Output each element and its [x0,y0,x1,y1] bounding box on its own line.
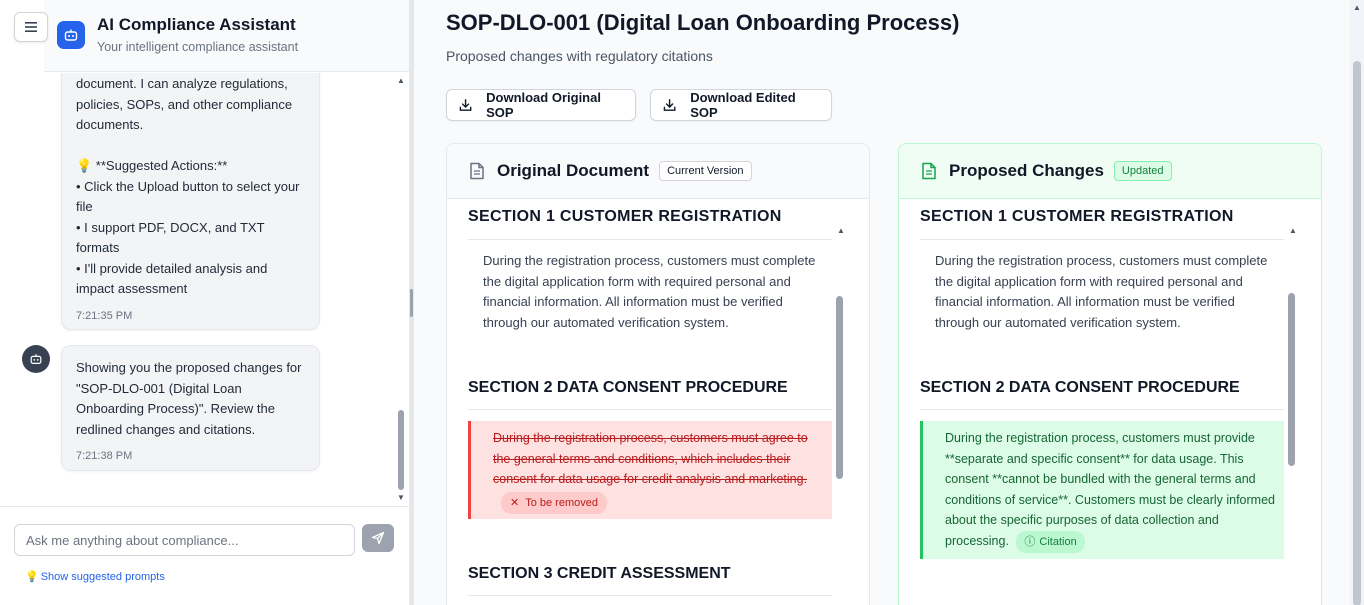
scroll-up-icon[interactable]: ▲ [837,227,845,235]
section-3-heading: SECTION 3 CREDIT ASSESSMENT [468,565,832,596]
original-card-title: Original Document [497,161,650,180]
assistant-message: document. I can analyze regulations, pol… [61,73,320,330]
download-edited-button[interactable]: Download Edited SOP [650,89,832,121]
close-icon: ✕ [510,496,520,509]
proposed-scrollbar[interactable]: ▲ [1287,221,1297,605]
download-original-label: Download Original SOP [486,90,601,120]
original-document-body[interactable]: SECTION 1 CUSTOMER REGISTRATION During t… [447,200,869,605]
lightbulb-icon: 💡 [25,571,39,583]
chat-messages[interactable]: document. I can analyze regulations, pol… [0,73,409,506]
scroll-up-icon[interactable]: ▲ [397,77,405,85]
to-be-removed-label: To be removed [525,496,598,509]
proposed-document-body[interactable]: SECTION 1 CUSTOMER REGISTRATION During t… [899,200,1321,605]
document-icon [470,162,484,180]
app-title: AI Compliance Assistant [97,15,296,34]
download-edited-label: Download Edited SOP [690,90,796,120]
original-scroll-thumb[interactable] [836,296,843,479]
added-text: During the registration process, custome… [945,431,1275,548]
app-root: AI Compliance Assistant Your intelligent… [0,0,1364,605]
suggested-prompts-label: Show suggested prompts [40,570,165,583]
assistant-header: AI Compliance Assistant Your intelligent… [44,0,409,72]
added-block: During the registration process, custome… [920,421,1284,559]
current-version-badge: Current Version [659,161,752,181]
section-heading: SECTION 1 CUSTOMER REGISTRATION [468,200,832,240]
message-text: document. I can analyze regulations, pol… [76,76,300,296]
citation-label: Citation [1039,535,1077,548]
document-view: SOP-DLO-001 (Digital Loan Onboarding Pro… [414,0,1350,605]
section-1-text: During the registration process, custome… [935,253,1268,330]
assistant-message: Showing you the proposed changes for "SO… [61,345,320,471]
updated-badge: Updated [1113,161,1172,181]
assistant-sidebar: AI Compliance Assistant Your intelligent… [0,0,409,605]
scroll-up-icon[interactable]: ▲ [1353,4,1361,12]
info-icon: ⓘ [1024,535,1036,548]
message-time: 7:21:35 PM [76,309,133,322]
bot-avatar-icon [22,345,50,373]
page-scroll-thumb[interactable] [1353,61,1361,605]
chat-scroll-thumb[interactable] [398,410,404,490]
section-2-heading: SECTION 2 DATA CONSENT PROCEDURE [920,379,1284,410]
chat-input[interactable] [14,524,355,556]
section-1-text: During the registration process, custome… [483,253,816,330]
scroll-down-icon[interactable]: ▼ [397,494,405,502]
document-edit-icon [922,162,936,180]
chat-input-area: 💡 Show suggested prompts [0,506,409,605]
page-title: SOP-DLO-001 (Digital Loan Onboarding Pro… [446,10,960,35]
download-icon [459,99,472,111]
page-scrollbar[interactable]: ▲ [1350,0,1364,605]
resize-grip-icon[interactable] [410,289,413,317]
send-icon [371,531,385,545]
app-subtitle: Your intelligent compliance assistant [97,40,299,54]
chat-scrollbar[interactable]: ▲ ▼ [395,73,407,506]
original-scrollbar[interactable]: ▲ [835,221,845,605]
proposed-card-header: Proposed Changes Updated [899,144,1321,199]
removed-text: During the registration process, custome… [493,431,808,486]
hamburger-icon [25,22,37,32]
download-icon [663,99,676,111]
to-be-removed-badge: ✕ To be removed [501,491,607,514]
download-original-button[interactable]: Download Original SOP [446,89,636,121]
citation-badge[interactable]: ⓘ Citation [1016,530,1085,553]
section-heading: SECTION 1 CUSTOMER REGISTRATION [920,200,1284,240]
proposed-changes-card: Proposed Changes Updated SECTION 1 CUSTO… [898,143,1322,605]
send-button[interactable] [362,524,394,552]
page-subtitle: Proposed changes with regulatory citatio… [446,48,713,64]
removed-block: During the registration process, custome… [468,421,832,519]
section-2-heading: SECTION 2 DATA CONSENT PROCEDURE [468,379,832,410]
scroll-up-icon[interactable]: ▲ [1289,227,1297,235]
original-document-card: Original Document Current Version SECTIO… [446,143,870,605]
proposed-card-title: Proposed Changes [949,161,1104,180]
bot-logo-icon [57,21,85,49]
menu-button[interactable] [14,12,48,42]
proposed-scroll-thumb[interactable] [1288,293,1295,466]
section-1-heading: SECTION 1 CUSTOMER REGISTRATION [468,208,782,225]
suggested-prompts-link[interactable]: 💡 Show suggested prompts [25,570,165,584]
message-time: 7:21:38 PM [76,450,133,462]
section-1-heading: SECTION 1 CUSTOMER REGISTRATION [920,208,1234,225]
original-card-header: Original Document Current Version [447,144,869,199]
message-text: Showing you the proposed changes for "SO… [76,360,302,437]
